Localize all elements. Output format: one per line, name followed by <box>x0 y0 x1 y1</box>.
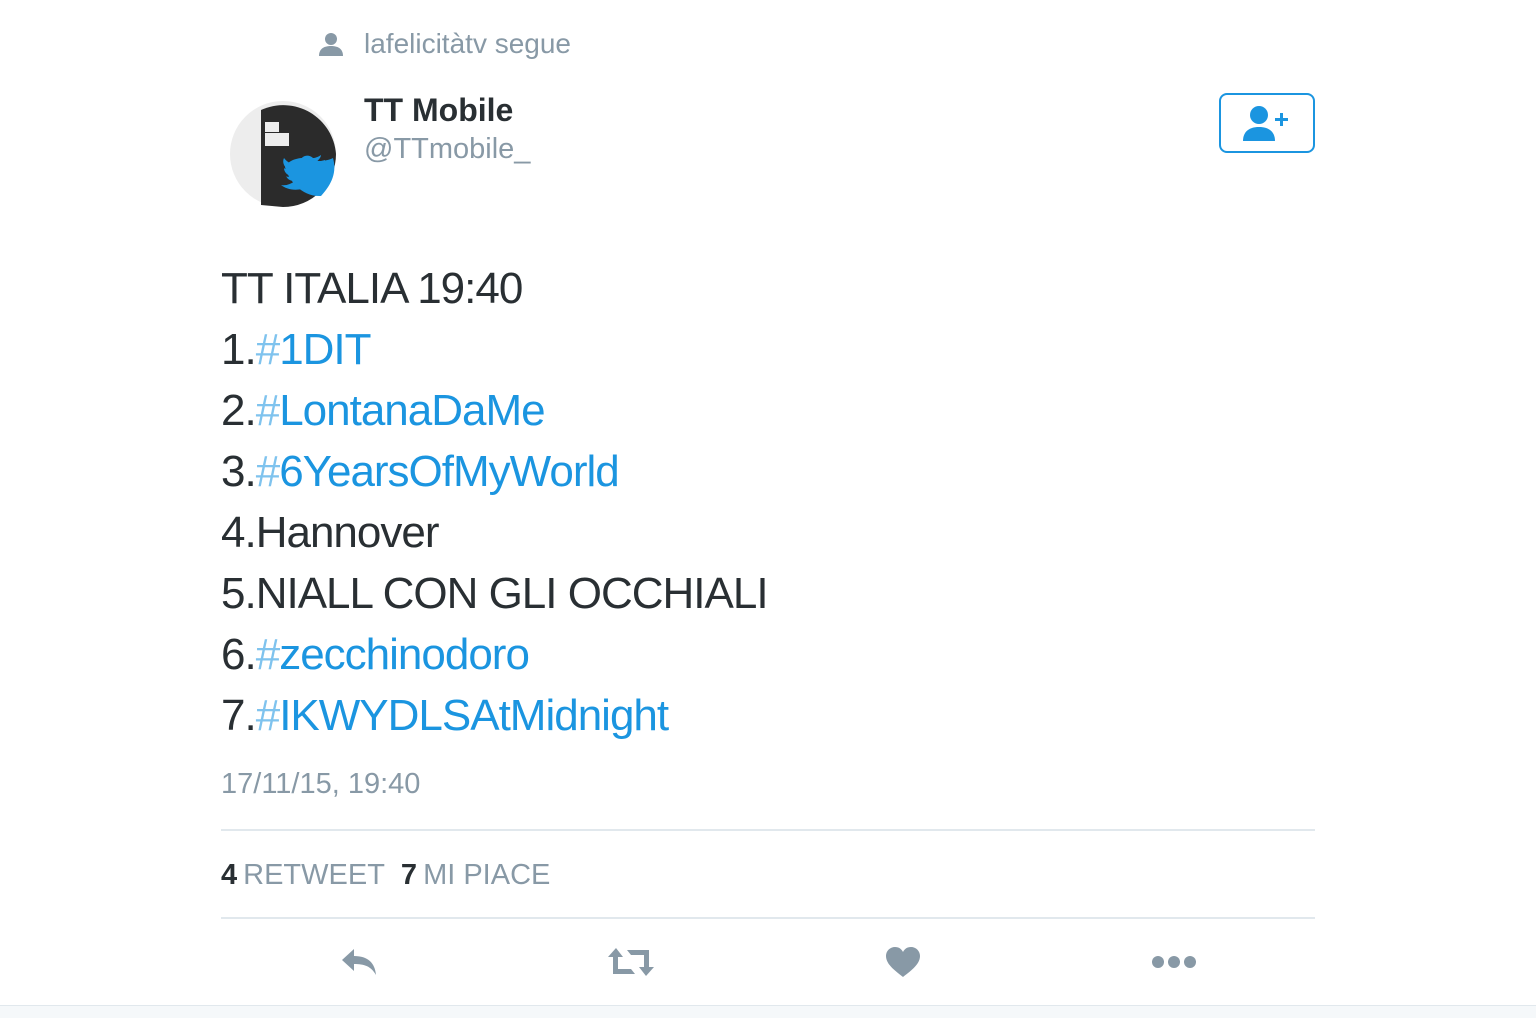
tweet-line-text: 5.NIALL CON GLI OCCHIALI <box>221 569 769 618</box>
hashtag-text: zecchinodoro <box>279 630 530 679</box>
hashtag-text: IKWYDLSAtMidnight <box>279 691 669 740</box>
reply-icon <box>342 949 376 975</box>
hashtag-link[interactable]: #IKWYDLSAtMidnight <box>256 691 669 740</box>
social-context[interactable]: lafelicitàtv segue <box>316 26 571 62</box>
tweet-line-6: 6.#zecchinodoro <box>221 624 768 685</box>
like-count-link[interactable]: 7 MI PIACE <box>401 855 550 895</box>
like-button[interactable] <box>876 940 930 984</box>
tweet-line-text: 7. <box>221 691 257 740</box>
retweet-count-link[interactable]: 4 RETWEET <box>221 855 385 895</box>
hashtag-text: 6YearsOfMyWorld <box>279 447 620 496</box>
tweet-detail-page: lafelicitàtv segue TT Mobile @TTmobile_ … <box>0 0 1536 1018</box>
bottom-strip <box>0 1005 1536 1018</box>
tweet-line-text: 3. <box>221 447 257 496</box>
tweet-line-0: TT ITALIA 19:40 <box>221 258 768 319</box>
retweet-label: RETWEET <box>243 859 385 891</box>
hashtag-text: 1DIT <box>279 325 371 374</box>
tweet-line-3: 3.#6YearsOfMyWorld <box>221 441 768 502</box>
hashtag-text: LontanaDaMe <box>279 386 545 435</box>
heart-icon <box>886 947 920 977</box>
more-dots-icon <box>1152 956 1196 968</box>
tweet-line-text: 2. <box>221 386 257 435</box>
person-icon <box>316 29 346 59</box>
tweet-line-2: 2.#LontanaDaMe <box>221 380 768 441</box>
retweet-count: 4 <box>221 859 238 891</box>
hashtag-link[interactable]: #6YearsOfMyWorld <box>256 447 620 496</box>
social-context-text: lafelicitàtv segue <box>364 28 572 59</box>
more-button[interactable] <box>1147 940 1201 984</box>
tweet-line-7: 7.#IKWYDLSAtMidnight <box>221 685 768 746</box>
follow-user-plus-icon <box>1243 106 1288 141</box>
divider <box>221 917 1315 919</box>
follow-button[interactable] <box>1219 93 1315 153</box>
hashtag-link[interactable]: #LontanaDaMe <box>256 386 546 435</box>
tweet-timestamp[interactable]: 17/11/15, 19:40 <box>221 764 420 804</box>
retweet-icon <box>608 948 654 976</box>
tweet-line-text: 1. <box>221 325 257 374</box>
user-handle[interactable]: @TTmobile_ <box>364 130 530 168</box>
tweet-line-1: 1.#1DIT <box>221 319 768 380</box>
tweet-line-text: TT ITALIA 19:40 <box>221 264 523 313</box>
tweet-actions <box>221 934 1315 990</box>
tweet-line-text: 6. <box>221 630 257 679</box>
divider <box>221 829 1315 831</box>
tweet-line-5: 5.NIALL CON GLI OCCHIALI <box>221 563 769 624</box>
tt-mobile-logo-icon <box>230 101 336 207</box>
tweet-line-text: 4.Hannover <box>221 508 439 557</box>
hashtag-link[interactable]: #zecchinodoro <box>256 630 530 679</box>
tweet-line-4: 4.Hannover <box>221 502 768 563</box>
like-count: 7 <box>400 859 418 891</box>
display-name[interactable]: TT Mobile <box>364 90 513 130</box>
like-label: MI PIACE <box>423 859 551 891</box>
tweet-text: TT ITALIA 19:40 1.#1DIT 2.#LontanaDaMe 3… <box>221 258 769 746</box>
hashtag-link[interactable]: #1DIT <box>256 325 372 374</box>
retweet-button[interactable] <box>604 940 658 984</box>
avatar[interactable] <box>229 100 341 212</box>
reply-button[interactable] <box>333 940 387 984</box>
tweet-stats: 4 RETWEET 7 MI PIACE <box>221 855 566 895</box>
